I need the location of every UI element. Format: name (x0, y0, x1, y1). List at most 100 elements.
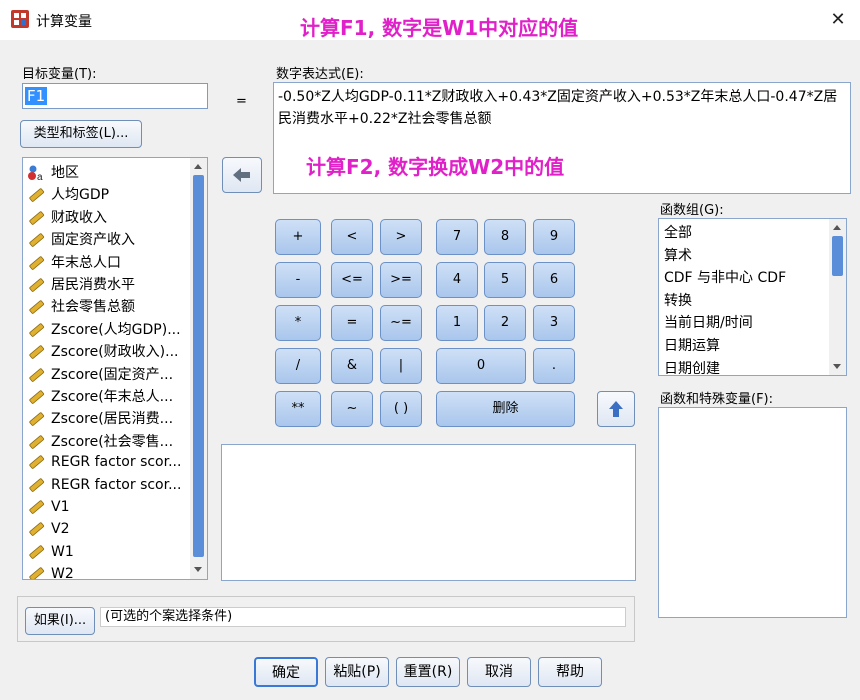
variable-list-item[interactable]: 固定资产收入 (27, 229, 135, 251)
function-special-vars-list[interactable] (658, 407, 847, 618)
variable-list-item[interactable]: Zscore(财政收入)... (27, 341, 178, 363)
key-9[interactable]: 9 (533, 219, 575, 255)
key-divide[interactable]: / (275, 348, 321, 384)
scale-icon (29, 390, 45, 404)
variable-list-item[interactable]: W1 (27, 543, 74, 565)
target-variable-label: 目标变量(T): (22, 67, 97, 82)
key-delete[interactable]: 删除 (436, 391, 575, 427)
key-4[interactable]: 4 (436, 262, 478, 298)
variable-list-item[interactable]: 社会零售总额 (27, 296, 135, 318)
scale-icon (29, 455, 45, 469)
key-and[interactable]: & (331, 348, 373, 384)
annotation-f2: 计算F2, 数字换成W2中的值 (306, 155, 565, 179)
variable-list-scrollbar[interactable] (190, 158, 207, 579)
function-group-item[interactable]: 当前日期/时间 (664, 312, 753, 332)
variable-label: Zscore(居民消费... (51, 411, 174, 428)
variable-list-item[interactable]: Zscore(固定资产... (27, 364, 173, 386)
variable-list-item[interactable]: Zscore(居民消费... (27, 408, 173, 430)
function-group-label: 函数组(G): (660, 203, 724, 218)
variable-label: V2 (51, 521, 70, 538)
variable-list[interactable]: a 地区人均GDP 财政收入 固定资产收入 年末总人口居民消费水平社会零售总额 Zscor… (22, 157, 208, 580)
type-and-label-button[interactable]: 类型和标签(L)... (20, 120, 142, 148)
variable-list-item[interactable]: a 地区 (27, 162, 79, 184)
function-description-area (221, 444, 636, 581)
function-group-item[interactable]: 日期创建 (664, 358, 720, 375)
variable-list-item[interactable]: 年末总人口 (27, 252, 121, 274)
variable-label: REGR factor scor... (51, 454, 182, 471)
key-7[interactable]: 7 (436, 219, 478, 255)
nominal-icon: a (28, 165, 43, 182)
target-variable-input[interactable]: F1 (22, 83, 208, 109)
ok-button[interactable]: 确定 (254, 657, 318, 687)
move-variable-button[interactable] (222, 157, 262, 193)
equals-sign: = (236, 94, 247, 109)
scale-icon (29, 367, 45, 382)
calculator-keypad: + < > 7 8 9 - <= >= 4 5 6 * = ~= 1 2 3 /… (272, 212, 580, 428)
scale-icon (29, 522, 45, 537)
key-plus[interactable]: + (275, 219, 321, 255)
arrow-up-icon (609, 401, 623, 417)
key-2[interactable]: 2 (484, 305, 526, 341)
key-not-equal[interactable]: ~= (380, 305, 422, 341)
variable-list-item[interactable]: V2 (27, 520, 69, 542)
key-not[interactable]: ~ (331, 391, 373, 427)
variable-list-item[interactable]: REGR factor scor... (27, 453, 181, 475)
key-or[interactable]: | (380, 348, 422, 384)
reset-button[interactable]: 重置(R) (396, 657, 460, 687)
variable-list-item[interactable]: V1 (27, 498, 69, 520)
variable-list-scroll-thumb[interactable] (193, 175, 204, 557)
function-group-item[interactable]: CDF 与非中心 CDF (664, 267, 786, 287)
scale-icon (29, 435, 45, 449)
function-group-list[interactable]: 全部算术 CDF 与非中心 CDF 转换 当前日期/时间 日期运算日期创建 (658, 218, 847, 376)
variable-list-item[interactable]: W2 (27, 565, 74, 579)
annotation-f1: 计算F1, 数字是W1中对应的值 (300, 16, 579, 40)
key-5[interactable]: 5 (484, 262, 526, 298)
key-6[interactable]: 6 (533, 262, 575, 298)
variable-label: 人均GDP (51, 187, 110, 204)
key-minus[interactable]: - (275, 262, 321, 298)
key-8[interactable]: 8 (484, 219, 526, 255)
svg-text:a: a (37, 172, 43, 182)
function-group-item[interactable]: 转换 (664, 290, 692, 310)
key-less-than[interactable]: < (331, 219, 373, 255)
if-condition-button[interactable]: 如果(I)... (25, 607, 95, 635)
variable-list-item[interactable]: 居民消费水平 (27, 274, 135, 296)
scale-icon (29, 477, 45, 492)
cancel-button[interactable]: 取消 (467, 657, 531, 687)
function-group-item[interactable]: 算术 (664, 245, 692, 265)
variable-list-item[interactable]: 人均GDP (27, 184, 109, 206)
variable-list-item[interactable]: REGR factor scor... (27, 476, 181, 498)
key-3[interactable]: 3 (533, 305, 575, 341)
window-title: 计算变量 (36, 14, 92, 30)
function-special-vars-label: 函数和特殊变量(F): (660, 392, 774, 407)
scale-icon (29, 545, 45, 559)
variable-list-item[interactable]: Zscore(年末总人... (27, 386, 173, 408)
scale-icon (29, 188, 45, 203)
key-equal[interactable]: = (331, 305, 373, 341)
variable-label: Zscore(人均GDP)... (51, 321, 181, 338)
numeric-expression-text: -0.50*Z人均GDP-0.11*Z财政收入+0.43*Z固定资产收入+0.5… (278, 89, 838, 127)
key-greater-equal[interactable]: >= (380, 262, 422, 298)
function-group-item[interactable]: 全部 (664, 222, 692, 242)
key-multiply[interactable]: * (275, 305, 321, 341)
function-group-item[interactable]: 日期运算 (664, 335, 720, 355)
variable-label: V1 (51, 499, 70, 515)
variable-label: 居民消费水平 (51, 277, 135, 293)
key-power[interactable]: ** (275, 391, 321, 427)
variable-list-item[interactable]: Zscore(人均GDP)... (27, 319, 181, 341)
key-greater-than[interactable]: > (380, 219, 422, 255)
variable-list-item[interactable]: 财政收入 (27, 207, 107, 229)
paste-button[interactable]: 粘贴(P) (325, 657, 389, 687)
scale-icon (29, 567, 45, 579)
function-group-scroll-thumb[interactable] (832, 236, 843, 276)
insert-function-button[interactable] (597, 391, 635, 427)
key-dot[interactable]: . (533, 348, 575, 384)
close-icon[interactable]: ✕ (826, 8, 850, 32)
function-group-scrollbar[interactable] (829, 219, 846, 375)
variable-list-item[interactable]: Zscore(社会零售... (27, 431, 173, 453)
key-1[interactable]: 1 (436, 305, 478, 341)
key-less-equal[interactable]: <= (331, 262, 373, 298)
help-button[interactable]: 帮助 (538, 657, 602, 687)
key-parentheses[interactable]: ( ) (380, 391, 422, 427)
key-0[interactable]: 0 (436, 348, 526, 384)
